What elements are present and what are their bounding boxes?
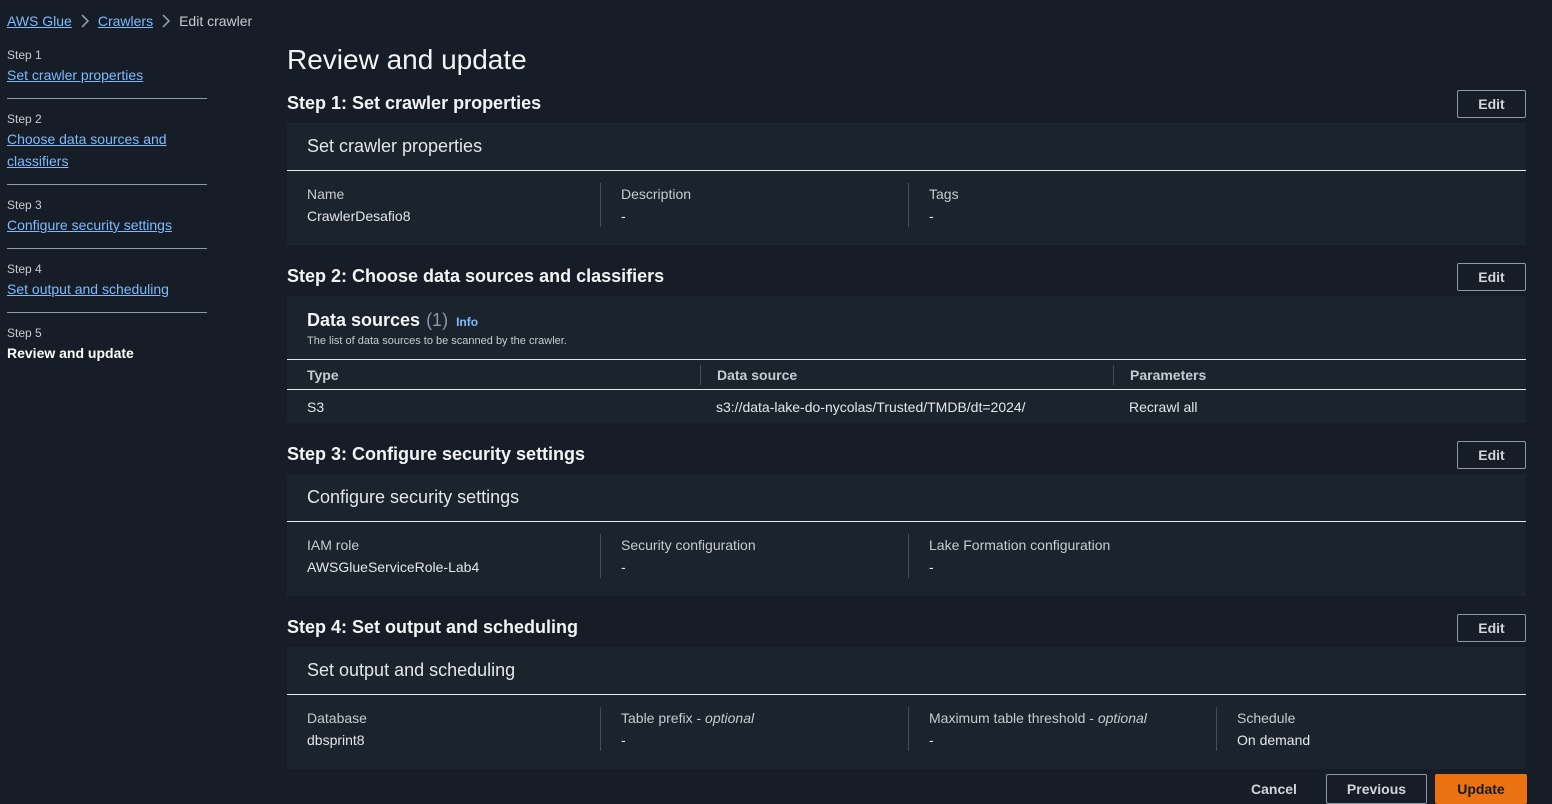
field-iam-role: IAM role AWSGlueServiceRole-Lab4: [287, 534, 600, 578]
edit-step2-button[interactable]: Edit: [1457, 262, 1526, 291]
edit-step3-button[interactable]: Edit: [1457, 440, 1526, 469]
cell-parameters: Recrawl all: [1129, 398, 1198, 415]
field-label: Name: [307, 186, 345, 202]
security-settings-card: Configure security settings IAM role AWS…: [287, 474, 1526, 596]
section-header: Step 4: Set output and scheduling Edit: [287, 608, 1526, 647]
field-value: -: [621, 208, 626, 224]
field-database: Database dbsprint8: [287, 707, 600, 751]
breadcrumb-edit-crawler: Edit crawler: [179, 13, 253, 29]
nav-link-configure-security[interactable]: Configure security settings: [7, 214, 172, 236]
column-header-type: Type: [307, 366, 339, 383]
field-value: -: [929, 559, 934, 575]
data-sources-title-row: Data sources (1) Info: [307, 310, 1506, 331]
nav-step-1: Step 1 Set crawler properties: [7, 46, 207, 99]
table-header: Type Data source Parameters: [287, 360, 1526, 390]
card-title: Set crawler properties: [287, 123, 1526, 171]
data-sources-card: Data sources (1) Info The list of data s…: [287, 296, 1526, 423]
nav-step-3: Step 3 Configure security settings: [7, 196, 207, 249]
field-name: Name CrawlerDesafio8: [287, 183, 600, 227]
data-sources-header: Data sources (1) Info The list of data s…: [287, 296, 1526, 360]
output-scheduling-card: Set output and scheduling Database dbspr…: [287, 647, 1526, 769]
edit-step1-button[interactable]: Edit: [1457, 89, 1526, 118]
field-label: Lake Formation configuration: [929, 537, 1111, 553]
field-label: Security configuration: [621, 537, 756, 553]
chevron-right-icon: [153, 14, 179, 28]
data-sources-title: Data sources: [307, 310, 421, 330]
info-link[interactable]: Info: [456, 315, 478, 329]
field-security-configuration: Security configuration -: [600, 534, 908, 578]
edit-step4-button[interactable]: Edit: [1457, 613, 1526, 642]
crawler-properties-card: Set crawler properties Name CrawlerDesaf…: [287, 123, 1526, 245]
data-sources-count: (1): [426, 310, 449, 330]
section-title: Step 2: Choose data sources and classifi…: [287, 266, 665, 286]
step3-section: Step 3: Configure security settings Edit…: [287, 435, 1526, 596]
wizard-steps-nav: Step 1 Set crawler properties Step 2 Cho…: [7, 46, 207, 387]
section-title: Step 3: Configure security settings: [287, 444, 586, 464]
field-label: IAM role: [307, 537, 360, 553]
section-header: Step 2: Choose data sources and classifi…: [287, 257, 1526, 296]
section-title: Step 1: Set crawler properties: [287, 93, 542, 113]
field-value: -: [929, 208, 934, 224]
field-lake-formation: Lake Formation configuration -: [908, 534, 1216, 578]
nav-link-choose-data-sources[interactable]: Choose data sources and classifiers: [7, 128, 182, 172]
data-sources-description: The list of data sources to be scanned b…: [307, 335, 567, 347]
field-tags: Tags -: [908, 183, 1216, 227]
footer-actions: Cancel Previous Update: [1224, 774, 1527, 804]
step-number: Step 2: [7, 112, 42, 126]
nav-step-4: Step 4 Set output and scheduling: [7, 260, 207, 313]
cell-data-source: s3://data-lake-do-nycolas/Trusted/TMDB/d…: [716, 398, 1026, 415]
field-label: Table prefix - optional: [621, 710, 755, 726]
nav-step-5: Step 5 Review and update: [7, 324, 207, 376]
table-row: S3 s3://data-lake-do-nycolas/Trusted/TMD…: [287, 390, 1526, 423]
field-label: Description: [621, 186, 692, 202]
field-value: CrawlerDesafio8: [307, 208, 411, 224]
card-title: Set output and scheduling: [287, 647, 1526, 695]
field-value: -: [621, 559, 626, 575]
key-value-row: IAM role AWSGlueServiceRole-Lab4 Securit…: [287, 522, 1526, 596]
field-value: -: [929, 732, 934, 748]
previous-button[interactable]: Previous: [1326, 774, 1427, 804]
cancel-button[interactable]: Cancel: [1224, 774, 1324, 804]
field-value: dbsprint8: [307, 732, 365, 748]
field-description: Description -: [600, 183, 908, 227]
field-max-table-threshold: Maximum table threshold - optional -: [908, 707, 1216, 751]
main-content: Review and update Step 1: Set crawler pr…: [287, 40, 1526, 769]
cell-type: S3: [307, 398, 325, 415]
nav-step-2: Step 2 Choose data sources and classifie…: [7, 110, 207, 185]
field-value: On demand: [1237, 732, 1311, 748]
column-header-parameters: Parameters: [1113, 364, 1526, 385]
nav-link-set-output-scheduling[interactable]: Set output and scheduling: [7, 278, 169, 300]
breadcrumb: AWS Glue Crawlers Edit crawler: [7, 11, 252, 31]
section-header: Step 1: Set crawler properties Edit: [287, 84, 1526, 123]
breadcrumb-crawlers[interactable]: Crawlers: [98, 13, 153, 29]
step-number: Step 3: [7, 198, 42, 212]
column-header-data-source: Data source: [700, 364, 1113, 385]
nav-link-set-crawler-properties[interactable]: Set crawler properties: [7, 64, 143, 86]
section-header: Step 3: Configure security settings Edit: [287, 435, 1526, 474]
key-value-row: Name CrawlerDesafio8 Description - Tags …: [287, 171, 1526, 245]
step-number: Step 1: [7, 48, 42, 62]
field-value: -: [621, 732, 626, 748]
card-title: Configure security settings: [287, 474, 1526, 522]
field-table-prefix: Table prefix - optional -: [600, 707, 908, 751]
key-value-row: Database dbsprint8 Table prefix - option…: [287, 695, 1526, 769]
field-value: AWSGlueServiceRole-Lab4: [307, 559, 480, 575]
step1-section: Step 1: Set crawler properties Edit Set …: [287, 84, 1526, 245]
nav-current-review-update: Review and update: [7, 345, 134, 361]
step-number: Step 5: [7, 326, 42, 340]
field-label: Database: [307, 710, 367, 726]
page-title: Review and update: [287, 44, 527, 75]
step2-section: Step 2: Choose data sources and classifi…: [287, 257, 1526, 423]
update-button[interactable]: Update: [1435, 774, 1527, 804]
breadcrumb-aws-glue[interactable]: AWS Glue: [7, 13, 72, 29]
field-label: Maximum table threshold - optional: [929, 710, 1147, 726]
section-title: Step 4: Set output and scheduling: [287, 617, 579, 637]
step4-section: Step 4: Set output and scheduling Edit S…: [287, 608, 1526, 769]
field-label: Tags: [929, 186, 959, 202]
step-number: Step 4: [7, 262, 42, 276]
chevron-right-icon: [72, 14, 98, 28]
field-label: Schedule: [1237, 710, 1296, 726]
field-schedule: Schedule On demand: [1216, 707, 1516, 751]
